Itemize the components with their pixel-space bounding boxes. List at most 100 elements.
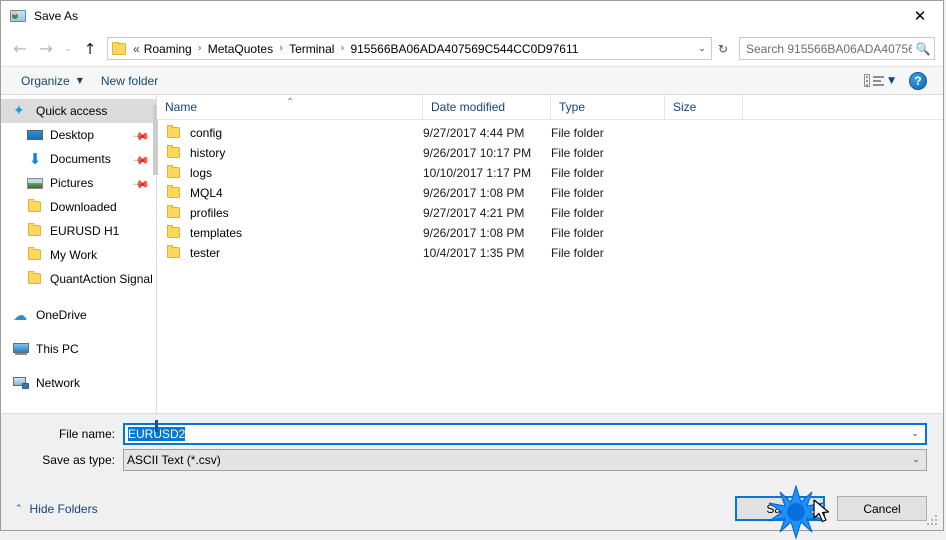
save-as-dialog: Save As ✕ ← → ⌄ ↑ « Roaming › MetaQuotes… <box>0 0 944 531</box>
sidebar-item-downloaded[interactable]: Downloaded <box>1 195 156 219</box>
pin-icon[interactable]: 📌 <box>132 151 151 170</box>
window-title: Save As <box>34 9 79 23</box>
sort-ascending-icon: ⌃ <box>286 97 295 108</box>
sidebar-item-quantaction-signal[interactable]: QuantAction Signal <box>1 267 156 291</box>
file-name: logs <box>190 166 213 180</box>
column-header-date-modified[interactable]: Date modified <box>423 95 551 119</box>
file-name-cell: config <box>157 125 423 141</box>
file-name-cell: logs <box>157 165 423 181</box>
file-name: tester <box>190 246 221 260</box>
table-row[interactable]: profiles 9/27/2017 4:21 PM File folder <box>157 203 943 223</box>
breadcrumb-item-metaquotes[interactable]: MetaQuotes <box>207 42 274 56</box>
recent-locations-button[interactable]: ⌄ <box>59 36 77 62</box>
file-type: File folder <box>551 246 604 260</box>
search-input[interactable]: Search 915566BA06ADA40756... 🔍 <box>739 37 935 60</box>
folder-icon <box>166 205 182 221</box>
save-as-type-select[interactable]: ASCII Text (*.csv) ⌄ <box>123 449 927 471</box>
sidebar-item-desktop[interactable]: Desktop 📌 <box>1 123 156 147</box>
sidebar-item-this-pc[interactable]: This PC <box>1 337 156 361</box>
column-header-name[interactable]: Name ⌃ <box>157 95 423 119</box>
cloud-icon: ☁ <box>13 308 27 324</box>
file-name: profiles <box>190 206 229 220</box>
view-options-caret-icon[interactable]: ▼ <box>888 76 895 86</box>
view-list-icon[interactable] <box>864 73 886 89</box>
column-header-type[interactable]: Type <box>551 95 665 119</box>
sidebar-item-network[interactable]: Network <box>1 371 156 395</box>
breadcrumb-item-terminal[interactable]: Terminal <box>288 42 335 56</box>
file-name-label: File name: <box>58 427 115 441</box>
sidebar-item-pictures[interactable]: Pictures 📌 <box>1 171 156 195</box>
pin-icon[interactable]: 📌 <box>132 127 151 146</box>
file-name-cell: templates <box>157 225 423 241</box>
file-name: templates <box>190 226 243 240</box>
sidebar-item-quick-access[interactable]: ✦ Quick access <box>1 99 156 123</box>
computer-icon <box>13 341 29 357</box>
hide-folders-button[interactable]: ⌃ Hide Folders <box>15 502 98 516</box>
chevron-down-icon[interactable]: ⌄ <box>693 44 711 54</box>
chevron-right-icon[interactable]: › <box>193 43 207 54</box>
sidebar-scrollbar-marker <box>155 420 158 432</box>
sidebar-item-label: QuantAction Signal <box>50 272 153 286</box>
pictures-icon <box>27 175 43 191</box>
table-row[interactable]: tester 10/4/2017 1:35 PM File folder <box>157 243 943 263</box>
command-bar: Organize ▼ New folder ▼ ? <box>1 66 943 95</box>
file-date: 9/26/2017 1:08 PM <box>423 226 525 240</box>
file-date: 10/4/2017 1:35 PM <box>423 246 525 260</box>
sidebar-item-onedrive[interactable]: ☁ OneDrive <box>1 303 156 327</box>
cancel-button[interactable]: Cancel <box>837 496 927 521</box>
file-date: 9/27/2017 4:21 PM <box>423 206 525 220</box>
chevron-right-icon[interactable]: › <box>335 43 349 54</box>
table-row[interactable]: config 9/27/2017 4:44 PM File folder <box>157 123 943 143</box>
pin-icon[interactable]: 📌 <box>132 175 151 194</box>
chevron-right-icon[interactable]: › <box>274 43 288 54</box>
save-button[interactable]: Save <box>735 496 825 521</box>
chevron-down-icon[interactable]: ⌄ <box>906 455 926 465</box>
sidebar-item-label: Network <box>36 376 81 390</box>
star-icon: ✦ <box>13 103 25 119</box>
chevron-up-icon: ⌃ <box>15 503 23 514</box>
desktop-icon <box>27 127 43 143</box>
sidebar-item-documents[interactable]: ⬇ Documents 📌 <box>1 147 156 171</box>
breadcrumb-item-roaming[interactable]: Roaming <box>143 42 193 56</box>
save-as-icon <box>10 8 26 24</box>
file-type: File folder <box>551 126 604 140</box>
file-list-pane: Name ⌃ Date modified Type Size config 9/… <box>157 95 943 413</box>
table-row[interactable]: templates 9/26/2017 1:08 PM File folder <box>157 223 943 243</box>
folder-icon <box>112 41 128 56</box>
help-icon[interactable]: ? <box>909 71 927 90</box>
sidebar-item-eurusd-h1[interactable]: EURUSD H1 <box>1 219 156 243</box>
chevron-down-icon[interactable]: ⌄ <box>905 429 925 439</box>
close-icon[interactable]: ✕ <box>897 1 943 30</box>
breadcrumb[interactable]: « Roaming › MetaQuotes › Terminal › 9155… <box>107 37 712 60</box>
breadcrumb-item-instance[interactable]: 915566BA06ADA407569C544CC0D97611 <box>349 42 579 56</box>
sidebar-item-label: Downloaded <box>50 200 117 214</box>
column-header-size[interactable]: Size <box>665 95 743 119</box>
sidebar-item-label: Quick access <box>36 104 108 118</box>
refresh-icon[interactable]: ↻ <box>712 37 734 60</box>
breadcrumb-overflow[interactable]: « <box>132 42 143 56</box>
navigation-pane: ✦ Quick access Desktop 📌 ⬇ Documents 📌 P… <box>1 95 156 413</box>
file-type: File folder <box>551 146 604 160</box>
resize-grip[interactable] <box>927 515 939 527</box>
pane-splitter[interactable] <box>153 95 158 432</box>
forward-button[interactable]: → <box>33 36 59 62</box>
folder-icon <box>27 247 43 263</box>
sidebar-item-label: Pictures <box>50 176 94 190</box>
sidebar-item-my-work[interactable]: My Work <box>1 243 156 267</box>
file-name-input[interactable]: EURUSD2 ⌄ <box>123 423 927 445</box>
table-row[interactable]: MQL4 9/26/2017 1:08 PM File folder <box>157 183 943 203</box>
file-name: history <box>190 146 226 160</box>
file-type: File folder <box>551 166 604 180</box>
file-date: 9/27/2017 4:44 PM <box>423 126 525 140</box>
breadcrumb-list: « Roaming › MetaQuotes › Terminal › 9155… <box>132 42 693 56</box>
folder-icon <box>166 145 182 161</box>
organize-button[interactable]: Organize ▼ <box>15 71 89 91</box>
dialog-footer: ⌃ Hide Folders Save Cancel <box>1 487 943 530</box>
back-button[interactable]: ← <box>7 36 33 62</box>
table-row[interactable]: history 9/26/2017 10:17 PM File folder <box>157 143 943 163</box>
dialog-body: ✦ Quick access Desktop 📌 ⬇ Documents 📌 P… <box>1 95 943 432</box>
up-button[interactable]: ↑ <box>77 36 103 62</box>
table-row[interactable]: logs 10/10/2017 1:17 PM File folder <box>157 163 943 183</box>
new-folder-button[interactable]: New folder <box>95 71 164 91</box>
